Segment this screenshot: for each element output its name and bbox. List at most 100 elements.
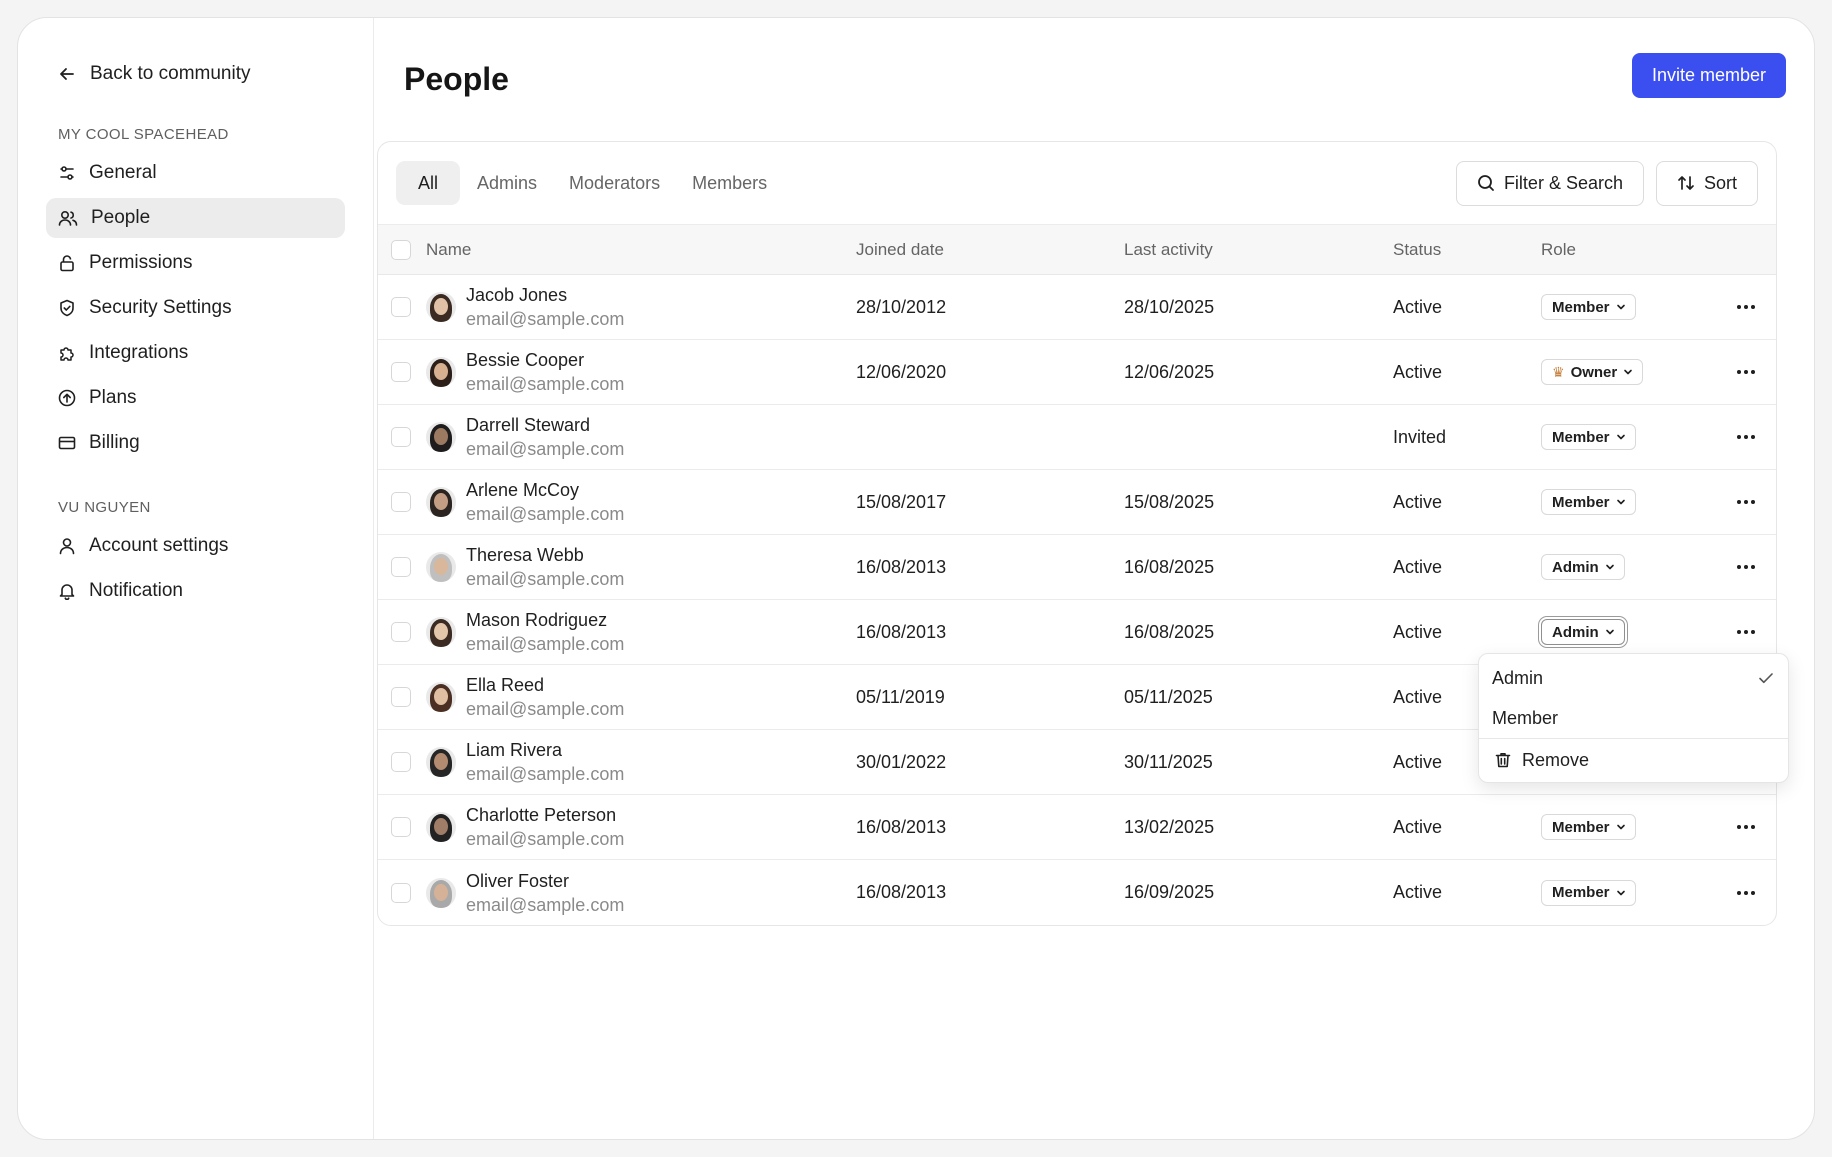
tab-members[interactable]: Members bbox=[677, 161, 782, 205]
role-dropdown[interactable]: Admin bbox=[1541, 554, 1625, 580]
member-name: Arlene McCoy bbox=[466, 480, 580, 500]
last-activity: 28/10/2025 bbox=[1124, 296, 1215, 317]
column-header-joined[interactable]: Joined date bbox=[856, 240, 1124, 260]
sidebar-item-notification[interactable]: Notification bbox=[46, 571, 345, 611]
page-title: People bbox=[404, 60, 509, 97]
row-checkbox[interactable] bbox=[391, 557, 411, 577]
chevron-down-icon bbox=[1616, 434, 1625, 440]
role-dropdown[interactable]: Admin bbox=[1541, 619, 1625, 645]
role-dropdown[interactable]: ♛ Owner bbox=[1541, 359, 1644, 385]
role-dropdown[interactable]: Member bbox=[1541, 814, 1636, 840]
sidebar-item-label: General bbox=[89, 162, 157, 183]
tab-admins[interactable]: Admins bbox=[462, 161, 552, 205]
more-actions-button[interactable] bbox=[1731, 559, 1761, 575]
filter-search-button[interactable]: Filter & Search bbox=[1455, 160, 1644, 206]
remove-member-option[interactable]: Remove bbox=[1479, 739, 1788, 781]
sort-label: Sort bbox=[1703, 172, 1737, 193]
sidebar-item-label: Security Settings bbox=[89, 297, 232, 318]
avatar bbox=[426, 877, 456, 908]
member-email: email@sample.com bbox=[466, 309, 625, 329]
column-header-last-activity[interactable]: Last activity bbox=[1124, 240, 1393, 260]
tab-all[interactable]: All bbox=[396, 161, 461, 205]
more-actions-button[interactable] bbox=[1731, 494, 1761, 510]
row-checkbox[interactable] bbox=[391, 752, 411, 772]
section-title-user: VU NGUYEN bbox=[58, 499, 151, 516]
sidebar-item-label: Notification bbox=[89, 580, 183, 601]
member-name: Ella Reed bbox=[466, 675, 545, 695]
role-label: Member bbox=[1552, 818, 1610, 836]
member-name: Charlotte Peterson bbox=[466, 805, 617, 825]
checkmark-icon bbox=[1759, 673, 1773, 684]
role-option-label: Member bbox=[1492, 707, 1559, 728]
select-all-checkbox[interactable] bbox=[391, 239, 411, 260]
avatar bbox=[426, 422, 456, 452]
filter-tabs: All Admins Moderators Members bbox=[396, 161, 782, 205]
more-actions-button[interactable] bbox=[1731, 364, 1761, 380]
status-text: Active bbox=[1393, 816, 1443, 837]
member-email: email@sample.com bbox=[466, 374, 625, 394]
joined-date: 15/08/2017 bbox=[856, 491, 947, 512]
puzzle-icon bbox=[60, 347, 74, 361]
role-dropdown[interactable]: Member bbox=[1541, 424, 1636, 450]
chevron-down-icon bbox=[1616, 824, 1625, 830]
more-actions-button[interactable] bbox=[1731, 885, 1761, 901]
sidebar-item-label: Integrations bbox=[89, 342, 189, 363]
sidebar-item-label: Account settings bbox=[89, 535, 229, 556]
sidebar-item-general[interactable]: General bbox=[46, 153, 345, 193]
sliders-icon bbox=[60, 166, 74, 180]
role-option-admin[interactable]: Admin bbox=[1479, 658, 1788, 698]
role-dropdown[interactable]: Member bbox=[1541, 879, 1636, 906]
row-checkbox[interactable] bbox=[391, 687, 411, 707]
status-text: Active bbox=[1393, 361, 1443, 382]
row-checkbox[interactable] bbox=[391, 297, 411, 317]
tab-moderators[interactable]: Moderators bbox=[554, 161, 675, 205]
status-text: Active bbox=[1393, 491, 1443, 512]
search-icon bbox=[1478, 175, 1494, 191]
member-email: email@sample.com bbox=[466, 699, 625, 719]
table-row: Arlene McCoy email@sample.com 15/08/2017… bbox=[378, 470, 1776, 535]
table-body: Jacob Jones email@sample.com 28/10/2012 … bbox=[378, 275, 1776, 925]
column-header-name[interactable]: Name bbox=[426, 240, 856, 260]
column-header-status[interactable]: Status bbox=[1393, 240, 1541, 260]
last-activity: 16/09/2025 bbox=[1124, 882, 1215, 902]
sidebar-item-plans[interactable]: Plans bbox=[46, 378, 345, 418]
invite-member-button[interactable]: Invite member bbox=[1631, 52, 1786, 98]
sidebar-item-permissions[interactable]: Permissions bbox=[46, 243, 345, 283]
arrow-left-icon bbox=[60, 68, 74, 80]
row-checkbox[interactable] bbox=[391, 492, 411, 512]
sidebar-item-account-settings[interactable]: Account settings bbox=[46, 526, 345, 566]
role-option-member[interactable]: Member bbox=[1479, 698, 1788, 738]
last-activity: 12/06/2025 bbox=[1124, 361, 1215, 382]
chevron-down-icon bbox=[1605, 564, 1614, 570]
back-to-community-link[interactable]: Back to community bbox=[46, 48, 345, 100]
row-checkbox[interactable] bbox=[391, 817, 411, 837]
member-email: email@sample.com bbox=[466, 634, 625, 654]
table-row: Theresa Webb email@sample.com 16/08/2013… bbox=[378, 535, 1776, 600]
role-label: Admin bbox=[1552, 558, 1599, 576]
sidebar-item-people[interactable]: People bbox=[46, 198, 345, 238]
more-actions-button[interactable] bbox=[1731, 429, 1761, 445]
member-email: email@sample.com bbox=[466, 764, 625, 784]
sidebar-item-billing[interactable]: Billing bbox=[46, 423, 345, 463]
last-activity: 05/11/2025 bbox=[1124, 686, 1213, 707]
sort-button[interactable]: Sort bbox=[1655, 160, 1758, 206]
row-checkbox[interactable] bbox=[391, 622, 411, 642]
people-icon bbox=[58, 210, 78, 226]
avatar bbox=[426, 617, 456, 647]
sidebar-item-security-settings[interactable]: Security Settings bbox=[46, 288, 345, 328]
row-checkbox[interactable] bbox=[391, 362, 411, 382]
role-dropdown[interactable]: Member bbox=[1541, 489, 1636, 515]
row-checkbox[interactable] bbox=[391, 882, 411, 903]
member-email: email@sample.com bbox=[466, 569, 625, 589]
role-label: Member bbox=[1552, 493, 1610, 511]
back-label: Back to community bbox=[90, 63, 251, 84]
more-actions-button[interactable] bbox=[1731, 624, 1761, 640]
column-header-role[interactable]: Role bbox=[1541, 240, 1715, 260]
role-label: Member bbox=[1552, 298, 1610, 316]
row-checkbox[interactable] bbox=[391, 427, 411, 447]
sidebar-item-integrations[interactable]: Integrations bbox=[46, 333, 345, 373]
more-actions-button[interactable] bbox=[1731, 299, 1761, 315]
more-actions-button[interactable] bbox=[1731, 819, 1761, 835]
role-dropdown[interactable]: Member bbox=[1541, 294, 1636, 320]
table-header: Name Joined date Last activity Status Ro… bbox=[378, 225, 1776, 275]
